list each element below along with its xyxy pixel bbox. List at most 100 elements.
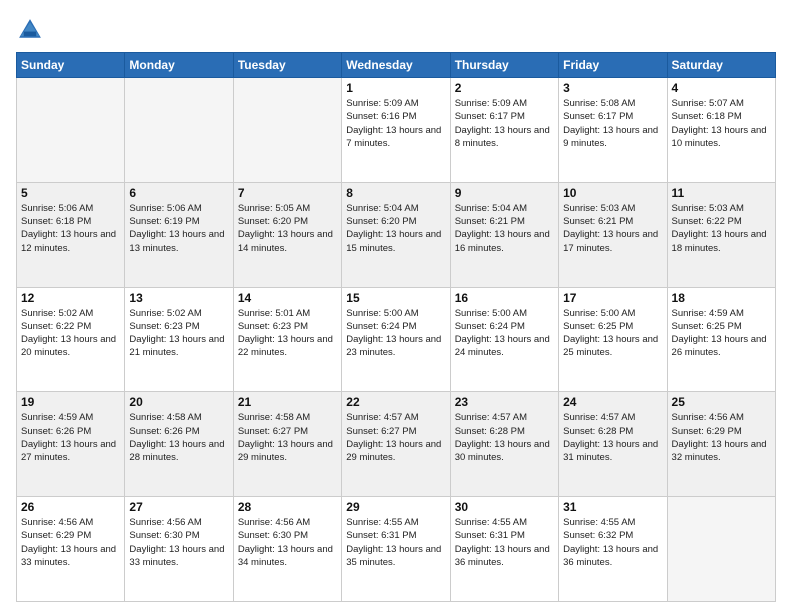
day-info: Sunrise: 5:00 AMSunset: 6:24 PMDaylight:… xyxy=(455,307,554,360)
day-number: 26 xyxy=(21,500,120,514)
day-number: 3 xyxy=(563,81,662,95)
day-info: Sunrise: 4:59 AMSunset: 6:26 PMDaylight:… xyxy=(21,411,120,464)
day-info: Sunrise: 4:56 AMSunset: 6:30 PMDaylight:… xyxy=(129,516,228,569)
calendar-cell: 4 Sunrise: 5:07 AMSunset: 6:18 PMDaylight… xyxy=(667,78,775,183)
calendar-cell xyxy=(17,78,125,183)
day-info: Sunrise: 4:55 AMSunset: 6:31 PMDaylight:… xyxy=(455,516,554,569)
day-info: Sunrise: 4:56 AMSunset: 6:30 PMDaylight:… xyxy=(238,516,337,569)
day-number: 19 xyxy=(21,395,120,409)
day-number: 11 xyxy=(672,186,771,200)
day-info: Sunrise: 5:03 AMSunset: 6:21 PMDaylight:… xyxy=(563,202,662,255)
weekday-header-friday: Friday xyxy=(559,53,667,78)
day-info: Sunrise: 5:09 AMSunset: 6:17 PMDaylight:… xyxy=(455,97,554,150)
calendar-table: SundayMondayTuesdayWednesdayThursdayFrid… xyxy=(16,52,776,602)
logo xyxy=(16,16,48,44)
day-number: 12 xyxy=(21,291,120,305)
calendar-cell: 10Sunrise: 5:03 AMSunset: 6:21 PMDayligh… xyxy=(559,182,667,287)
calendar-cell: 21Sunrise: 4:58 AMSunset: 6:27 PMDayligh… xyxy=(233,392,341,497)
calendar-cell: 5 Sunrise: 5:06 AMSunset: 6:18 PMDaylight… xyxy=(17,182,125,287)
day-info: Sunrise: 5:05 AMSunset: 6:20 PMDaylight:… xyxy=(238,202,337,255)
weekday-header-thursday: Thursday xyxy=(450,53,558,78)
day-info: Sunrise: 4:56 AMSunset: 6:29 PMDaylight:… xyxy=(21,516,120,569)
calendar-cell: 30 Sunrise: 4:55 AMSunset: 6:31 PMDayligh… xyxy=(450,497,558,602)
day-number: 2 xyxy=(455,81,554,95)
calendar-cell: 23 Sunrise: 4:57 AMSunset: 6:28 PMDayligh… xyxy=(450,392,558,497)
day-info: Sunrise: 4:55 AMSunset: 6:31 PMDaylight:… xyxy=(346,516,445,569)
calendar-row-2: 12 Sunrise: 5:02 AMSunset: 6:22 PMDayligh… xyxy=(17,287,776,392)
day-number: 8 xyxy=(346,186,445,200)
day-number: 1 xyxy=(346,81,445,95)
day-number: 13 xyxy=(129,291,228,305)
calendar-cell: 27 Sunrise: 4:56 AMSunset: 6:30 PMDayligh… xyxy=(125,497,233,602)
calendar-cell: 24Sunrise: 4:57 AMSunset: 6:28 PMDayligh… xyxy=(559,392,667,497)
day-number: 14 xyxy=(238,291,337,305)
weekday-header-wednesday: Wednesday xyxy=(342,53,450,78)
calendar-row-3: 19 Sunrise: 4:59 AMSunset: 6:26 PMDayligh… xyxy=(17,392,776,497)
day-number: 5 xyxy=(21,186,120,200)
day-number: 4 xyxy=(672,81,771,95)
logo-icon xyxy=(16,16,44,44)
day-number: 18 xyxy=(672,291,771,305)
day-info: Sunrise: 4:55 AMSunset: 6:32 PMDaylight:… xyxy=(563,516,662,569)
header xyxy=(16,16,776,44)
calendar-cell: 28Sunrise: 4:56 AMSunset: 6:30 PMDayligh… xyxy=(233,497,341,602)
day-info: Sunrise: 5:02 AMSunset: 6:22 PMDaylight:… xyxy=(21,307,120,360)
day-number: 9 xyxy=(455,186,554,200)
calendar-cell: 7 Sunrise: 5:05 AMSunset: 6:20 PMDaylight… xyxy=(233,182,341,287)
calendar-cell xyxy=(667,497,775,602)
day-info: Sunrise: 5:08 AMSunset: 6:17 PMDaylight:… xyxy=(563,97,662,150)
day-number: 29 xyxy=(346,500,445,514)
calendar-row-1: 5 Sunrise: 5:06 AMSunset: 6:18 PMDaylight… xyxy=(17,182,776,287)
day-info: Sunrise: 4:59 AMSunset: 6:25 PMDaylight:… xyxy=(672,307,771,360)
day-info: Sunrise: 5:04 AMSunset: 6:20 PMDaylight:… xyxy=(346,202,445,255)
calendar-cell: 31 Sunrise: 4:55 AMSunset: 6:32 PMDayligh… xyxy=(559,497,667,602)
calendar-cell: 14 Sunrise: 5:01 AMSunset: 6:23 PMDayligh… xyxy=(233,287,341,392)
page: SundayMondayTuesdayWednesdayThursdayFrid… xyxy=(0,0,792,612)
day-number: 31 xyxy=(563,500,662,514)
calendar-row-4: 26 Sunrise: 4:56 AMSunset: 6:29 PMDayligh… xyxy=(17,497,776,602)
day-number: 16 xyxy=(455,291,554,305)
day-info: Sunrise: 5:07 AMSunset: 6:18 PMDaylight:… xyxy=(672,97,771,150)
calendar-cell: 13Sunrise: 5:02 AMSunset: 6:23 PMDayligh… xyxy=(125,287,233,392)
day-info: Sunrise: 5:09 AMSunset: 6:16 PMDaylight:… xyxy=(346,97,445,150)
calendar-cell: 25 Sunrise: 4:56 AMSunset: 6:29 PMDayligh… xyxy=(667,392,775,497)
day-info: Sunrise: 4:57 AMSunset: 6:28 PMDaylight:… xyxy=(455,411,554,464)
day-number: 30 xyxy=(455,500,554,514)
day-number: 23 xyxy=(455,395,554,409)
day-number: 15 xyxy=(346,291,445,305)
calendar-cell: 8 Sunrise: 5:04 AMSunset: 6:20 PMDaylight… xyxy=(342,182,450,287)
calendar-cell: 9Sunrise: 5:04 AMSunset: 6:21 PMDaylight… xyxy=(450,182,558,287)
day-info: Sunrise: 5:01 AMSunset: 6:23 PMDaylight:… xyxy=(238,307,337,360)
day-info: Sunrise: 5:06 AMSunset: 6:19 PMDaylight:… xyxy=(129,202,228,255)
day-info: Sunrise: 4:58 AMSunset: 6:27 PMDaylight:… xyxy=(238,411,337,464)
calendar-cell: 6 Sunrise: 5:06 AMSunset: 6:19 PMDaylight… xyxy=(125,182,233,287)
day-number: 27 xyxy=(129,500,228,514)
calendar-cell: 17Sunrise: 5:00 AMSunset: 6:25 PMDayligh… xyxy=(559,287,667,392)
day-number: 7 xyxy=(238,186,337,200)
day-info: Sunrise: 5:00 AMSunset: 6:25 PMDaylight:… xyxy=(563,307,662,360)
weekday-header-tuesday: Tuesday xyxy=(233,53,341,78)
day-info: Sunrise: 4:57 AMSunset: 6:27 PMDaylight:… xyxy=(346,411,445,464)
day-number: 22 xyxy=(346,395,445,409)
day-info: Sunrise: 4:56 AMSunset: 6:29 PMDaylight:… xyxy=(672,411,771,464)
calendar-cell: 12 Sunrise: 5:02 AMSunset: 6:22 PMDayligh… xyxy=(17,287,125,392)
calendar-cell xyxy=(125,78,233,183)
weekday-header-sunday: Sunday xyxy=(17,53,125,78)
weekday-header-monday: Monday xyxy=(125,53,233,78)
calendar-cell: 19 Sunrise: 4:59 AMSunset: 6:26 PMDayligh… xyxy=(17,392,125,497)
day-info: Sunrise: 5:06 AMSunset: 6:18 PMDaylight:… xyxy=(21,202,120,255)
day-number: 25 xyxy=(672,395,771,409)
calendar-cell: 1 Sunrise: 5:09 AMSunset: 6:16 PMDaylight… xyxy=(342,78,450,183)
calendar-cell: 2 Sunrise: 5:09 AMSunset: 6:17 PMDaylight… xyxy=(450,78,558,183)
calendar-cell: 15 Sunrise: 5:00 AMSunset: 6:24 PMDayligh… xyxy=(342,287,450,392)
calendar-cell: 26 Sunrise: 4:56 AMSunset: 6:29 PMDayligh… xyxy=(17,497,125,602)
day-info: Sunrise: 5:00 AMSunset: 6:24 PMDaylight:… xyxy=(346,307,445,360)
calendar-cell: 22 Sunrise: 4:57 AMSunset: 6:27 PMDayligh… xyxy=(342,392,450,497)
day-number: 20 xyxy=(129,395,228,409)
day-number: 6 xyxy=(129,186,228,200)
calendar-cell: 29 Sunrise: 4:55 AMSunset: 6:31 PMDayligh… xyxy=(342,497,450,602)
calendar-cell: 11Sunrise: 5:03 AMSunset: 6:22 PMDayligh… xyxy=(667,182,775,287)
calendar-cell xyxy=(233,78,341,183)
day-number: 24 xyxy=(563,395,662,409)
day-info: Sunrise: 4:58 AMSunset: 6:26 PMDaylight:… xyxy=(129,411,228,464)
